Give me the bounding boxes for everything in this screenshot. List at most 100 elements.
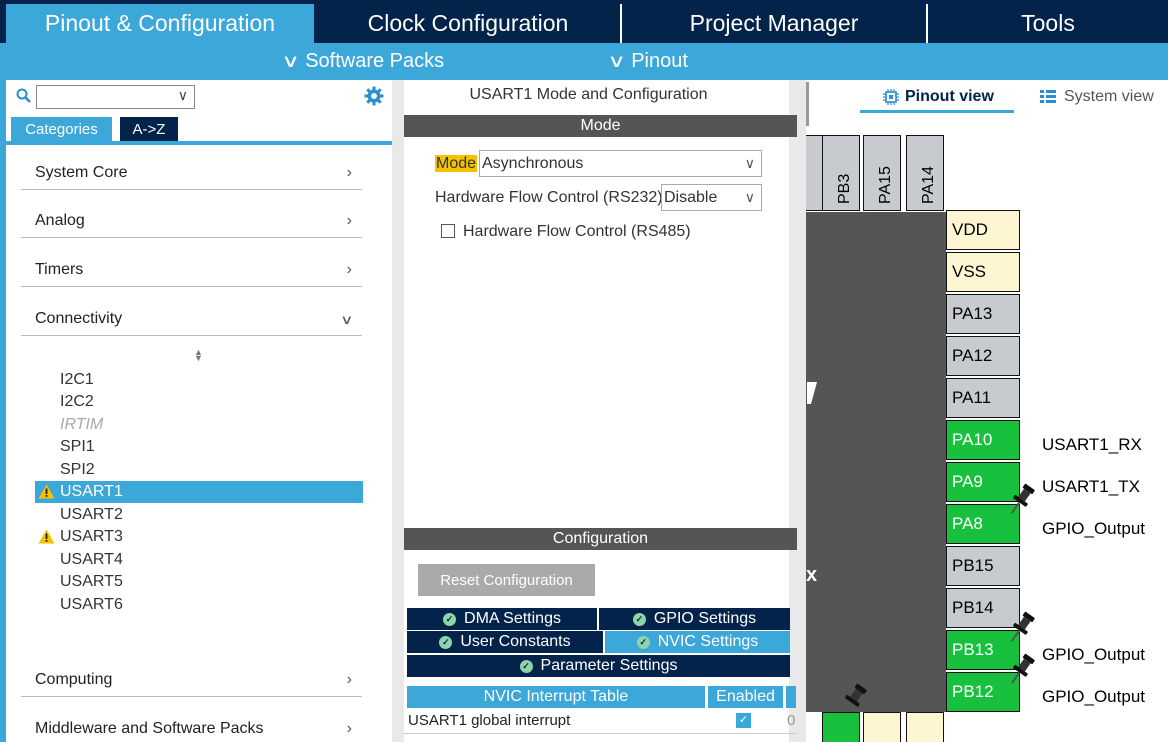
mcu-chip-body[interactable]: x — [806, 212, 946, 712]
list-item-usart5[interactable]: USART5 — [35, 571, 363, 593]
pin-pa13[interactable]: PA13 — [946, 294, 1020, 334]
header-label: NVIC Interrupt Table — [483, 688, 629, 705]
divider — [6, 141, 392, 145]
nvic-row-name: USART1 global interrupt — [408, 712, 571, 729]
hw-flow-rs232-select[interactable]: Disable ∨ — [661, 184, 762, 211]
nvic-enabled-checkbox[interactable]: ✓ — [736, 713, 751, 728]
nvic-row-extra: 0 — [787, 712, 796, 729]
signal-label-pa8: GPIO_Output — [1042, 519, 1145, 538]
tab-nvic-settings[interactable]: ✓ NVIC Settings — [605, 631, 790, 653]
pin-label: PA14 — [920, 166, 937, 204]
tab-gpio-settings[interactable]: ✓ GPIO Settings — [599, 608, 790, 630]
category-computing[interactable]: Computing › — [21, 664, 362, 697]
pin-pa15[interactable]: PA15 — [863, 135, 901, 211]
pin-vss[interactable]: VSS — [946, 252, 1020, 292]
column-header-extra[interactable] — [786, 686, 796, 708]
mode-label-text: Mode — [435, 155, 478, 172]
menu-label: Pinout — [631, 50, 688, 72]
list-item-i2c1[interactable]: I2C1 — [35, 369, 363, 391]
tab-pinout-configuration[interactable]: Pinout & Configuration — [6, 4, 314, 43]
item-label: USART6 — [60, 596, 123, 613]
chip-label-fragment — [807, 382, 817, 404]
tab-categories[interactable]: Categories — [11, 117, 112, 141]
pin-pa10[interactable]: PA10 — [946, 420, 1020, 460]
chevron-down-icon: ∨ — [177, 87, 188, 103]
chevron-right-icon: › — [346, 261, 352, 278]
header-label: Enabled — [716, 688, 775, 705]
chip-icon — [883, 89, 899, 105]
list-item-irtim[interactable]: IRTIM — [35, 414, 363, 436]
column-header-enabled[interactable]: Enabled — [708, 686, 783, 708]
tab-label: DMA Settings — [464, 610, 561, 627]
list-item-spi1[interactable]: SPI1 — [35, 436, 363, 458]
category-connectivity[interactable]: Connectivity ∨ — [21, 303, 362, 336]
chevron-down-icon: ∨ — [340, 312, 354, 327]
tab-project-manager[interactable]: Project Manager — [620, 4, 926, 43]
pin-pa12[interactable]: PA12 — [946, 336, 1020, 376]
tab-clock-configuration[interactable]: Clock Configuration — [316, 4, 620, 43]
column-header-nvic-interrupt[interactable]: NVIC Interrupt Table — [407, 686, 705, 708]
active-tab-indicator — [860, 110, 1014, 113]
category-timers[interactable]: Timers › — [21, 254, 362, 287]
list-item-usart4[interactable]: USART4 — [35, 549, 363, 571]
list-item-usart1[interactable]: USART1 — [35, 481, 363, 503]
category-system-core[interactable]: System Core › — [21, 157, 362, 190]
tab-label: Parameter Settings — [540, 657, 678, 674]
mode-section-header: Mode — [404, 115, 797, 137]
gear-icon[interactable] — [364, 86, 384, 106]
tab-label: Tools — [1021, 10, 1075, 36]
mode-label: Mode — [435, 155, 478, 173]
pin-bottom-green[interactable] — [822, 712, 860, 742]
tab-user-constants[interactable]: ✓ User Constants — [407, 631, 603, 653]
tab-dma-settings[interactable]: ✓ DMA Settings — [407, 608, 597, 630]
search-input[interactable]: ∨ — [36, 85, 195, 109]
chevron-right-icon: › — [346, 164, 352, 181]
category-label: Connectivity — [35, 310, 123, 327]
tab-label: User Constants — [460, 633, 571, 650]
tab-tools[interactable]: Tools — [926, 4, 1168, 43]
chevron-down-icon: ∨ — [281, 51, 300, 71]
menu-label: Software Packs — [305, 50, 445, 72]
list-item-usart6[interactable]: USART6 — [35, 594, 363, 616]
warning-icon — [38, 484, 55, 499]
pin-label: PB12 — [952, 682, 994, 701]
search-icon[interactable] — [16, 88, 32, 104]
scroll-handle-icon[interactable]: ▲ ▼ — [194, 348, 203, 363]
list-item-usart2[interactable]: USART2 — [35, 504, 363, 526]
list-item-spi2[interactable]: SPI2 — [35, 459, 363, 481]
tab-label: Pinout & Configuration — [44, 10, 276, 36]
splitter-handle[interactable] — [806, 82, 809, 126]
check-circle-icon: ✓ — [439, 635, 453, 649]
category-analog[interactable]: Analog › — [21, 205, 362, 238]
pin-pa11[interactable]: PA11 — [946, 378, 1020, 418]
tab-pinout-view[interactable]: Pinout view — [883, 88, 994, 106]
hw-flow-rs485-checkbox[interactable] — [441, 224, 455, 238]
sub-menu-bar: ∨ Software Packs ∨ Pinout — [0, 43, 1168, 80]
pinout-menu[interactable]: ∨ Pinout — [607, 43, 688, 80]
reset-configuration-button[interactable]: Reset Configuration — [418, 564, 595, 596]
software-packs-menu[interactable]: ∨ Software Packs — [281, 43, 445, 80]
list-item-usart3[interactable]: USART3 — [35, 526, 363, 548]
pin-pb15[interactable]: PB15 — [946, 546, 1020, 586]
tab-a-to-z[interactable]: A->Z — [120, 117, 178, 141]
category-middleware[interactable]: Middleware and Software Packs › — [21, 713, 362, 742]
pin-pb3[interactable]: PB3 — [822, 135, 860, 211]
tab-parameter-settings[interactable]: ✓ Parameter Settings — [407, 655, 790, 677]
chip-label-fragment: x — [806, 564, 818, 586]
pin-vdd[interactable]: VDD — [946, 210, 1020, 250]
categories-panel: ∨ Categories A->Z System Core › Analog › T… — [0, 80, 392, 742]
tab-label: GPIO Settings — [653, 610, 757, 627]
pin-label: PB13 — [952, 640, 994, 659]
signal-label-pa9: USART1_TX — [1042, 477, 1140, 496]
tab-label: Pinout view — [905, 88, 994, 105]
list-item-i2c2[interactable]: I2C2 — [35, 391, 363, 413]
pin-bottom-power[interactable] — [906, 712, 944, 742]
pin-label: PA10 — [952, 430, 993, 449]
pin-pa14[interactable]: PA14 — [906, 135, 944, 211]
mode-select[interactable]: Asynchronous ∨ — [479, 150, 762, 177]
pin-bottom-power[interactable] — [863, 712, 901, 742]
tab-system-view[interactable]: System view — [1040, 88, 1154, 106]
hw-flow-rs485-label: Hardware Flow Control (RS485) — [463, 223, 691, 240]
tab-label: A->Z — [132, 120, 166, 138]
tab-label: System view — [1064, 88, 1154, 105]
